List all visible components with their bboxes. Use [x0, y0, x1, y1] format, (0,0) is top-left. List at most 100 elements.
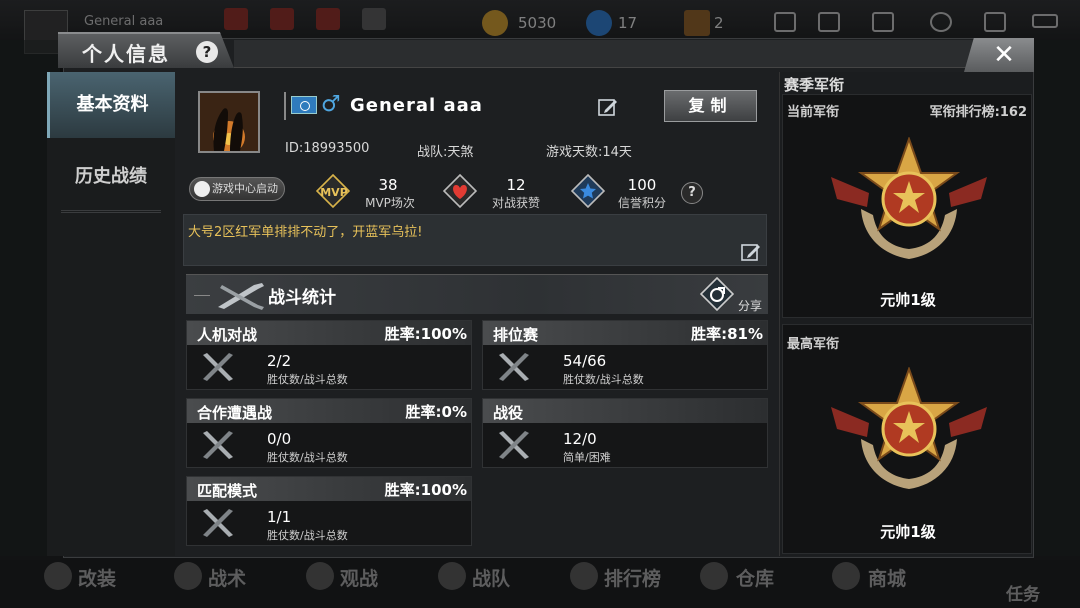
header-dash — [194, 295, 210, 296]
crossed-rifles-icon — [218, 283, 264, 310]
event-icon — [270, 8, 294, 30]
rank-leaderboard-position[interactable]: 军衔排行榜:162 — [930, 101, 1027, 120]
current-rank-label: 当前军衔 — [787, 105, 840, 120]
nav-basic-info[interactable]: 基本资料 — [47, 72, 175, 138]
battle-stats-title: 战斗统计 — [268, 288, 336, 308]
team-icon — [438, 562, 466, 590]
likes-count: 12 — [506, 176, 526, 194]
modify-icon — [44, 562, 72, 590]
share-label[interactable]: 分享 — [738, 297, 762, 314]
mode-sub-label: 胜仗数/战斗总数 — [563, 373, 644, 386]
friends-icon — [818, 12, 840, 32]
credit-score: 100 — [627, 176, 657, 194]
mail-icon — [872, 12, 894, 32]
signature-box: 大号2区红军单排排不动了，开蓝军乌拉! — [183, 214, 767, 266]
credit-help-button[interactable]: ? — [681, 182, 703, 204]
bottom-tab-team: 战队 — [472, 568, 511, 590]
crossed-swords-icon — [499, 353, 529, 381]
tactics-icon — [174, 562, 202, 590]
modal-header-bar — [234, 40, 994, 68]
win-rate: 胜率:100% — [384, 325, 467, 343]
settings-gear-icon — [930, 12, 952, 32]
qq-penguin-icon — [194, 181, 210, 197]
credit-label: 信誉积分 — [617, 196, 666, 210]
copy-button[interactable]: 复制 — [664, 90, 757, 122]
player-avatar[interactable] — [198, 91, 260, 153]
mode-name: 人机对战 — [197, 326, 258, 344]
add-icon — [774, 12, 796, 32]
shop-grid-icon — [362, 8, 386, 30]
player-id: ID:18993500 — [285, 141, 370, 156]
bottom-tab-tactics: 战术 — [208, 568, 247, 590]
heart-like-icon — [443, 174, 477, 208]
mode-sub-label: 胜仗数/战斗总数 — [267, 451, 348, 464]
crossed-swords-icon — [203, 509, 233, 537]
mode-score: 2/2 — [267, 352, 292, 370]
ticket-amount: 2 — [714, 14, 724, 32]
mode-card-pve[interactable]: 人机对战 胜率:100% 2/2 胜仗数/战斗总数 — [186, 320, 472, 390]
mode-card-campaign[interactable]: 战役 12/0 简单/困难 — [482, 398, 768, 468]
mode-score: 1/1 — [267, 508, 292, 526]
season-rank-panel: 赛季军衔 当前军衔 军衔排行榜:162 元帅1级 最高军衔 元帅1级 — [779, 72, 1033, 556]
season-rank-title: 赛季军衔 — [784, 76, 845, 94]
leaderboard-icon — [570, 562, 598, 590]
mode-sub-label: 简单/困难 — [563, 451, 611, 464]
nav-divider — [61, 212, 161, 213]
mode-card-coop[interactable]: 合作遭遇战 胜率:0% 0/0 胜仗数/战斗总数 — [186, 398, 472, 468]
mode-sub-label: 胜仗数/战斗总数 — [267, 373, 348, 386]
background-right-panel — [1034, 40, 1080, 560]
background-player-name: General aaa — [84, 14, 164, 29]
bottom-tab-modify: 改装 — [78, 568, 117, 590]
player-team: 战队:天煞 — [417, 145, 474, 160]
background-bottom-nav: 改装 战术 观战 战队 排行榜 仓库 商城 任务 — [0, 556, 1080, 608]
diamond-icon — [586, 10, 612, 36]
mode-card-ranked[interactable]: 排位赛 胜率:81% 54/66 胜仗数/战斗总数 — [482, 320, 768, 390]
mvp-label: MVP场次 — [365, 196, 415, 210]
game-center-button[interactable]: 游戏中心启动 — [189, 177, 285, 201]
marshal-rank-medal-icon — [831, 137, 987, 259]
marshal-rank-medal-icon — [831, 367, 987, 489]
mode-score: 54/66 — [563, 352, 607, 370]
mode-score: 0/0 — [267, 430, 292, 448]
current-rank-name: 元帅1级 — [880, 291, 936, 309]
crossed-swords-icon — [499, 431, 529, 459]
battle-stats-header: 战斗统计 分享 — [186, 274, 768, 314]
current-rank-box: 当前军衔 军衔排行榜:162 元帅1级 — [782, 94, 1032, 318]
gift-icon — [316, 8, 340, 30]
edit-signature-icon[interactable] — [740, 241, 762, 263]
credit-star-icon — [571, 174, 605, 208]
modal-title: 个人信息 — [82, 42, 170, 66]
spectate-icon — [306, 562, 334, 590]
mvp-count: 38 — [378, 176, 398, 194]
battery-icon — [1032, 14, 1058, 28]
crossed-swords-icon — [203, 353, 233, 381]
close-button[interactable]: ✕ — [964, 38, 1034, 72]
profile-nav: 基本资料 历史战绩 — [47, 72, 175, 556]
gold-coin-icon — [482, 10, 508, 36]
player-name: General aaa — [350, 95, 483, 116]
bottom-tab-spectate: 观战 — [340, 568, 379, 590]
book-icon — [984, 12, 1006, 32]
likes-label: 对战获赞 — [491, 196, 540, 210]
mode-score: 12/0 — [563, 430, 597, 448]
edit-name-icon[interactable] — [597, 96, 619, 118]
mode-sub-label: 胜仗数/战斗总数 — [267, 529, 348, 542]
mode-name: 匹配模式 — [197, 482, 258, 500]
bottom-tab-tasks: 任务 — [1006, 585, 1040, 605]
ticket-icon — [684, 10, 710, 36]
name-divider — [284, 92, 286, 120]
mode-name: 合作遭遇战 — [197, 404, 273, 422]
bottom-tab-warehouse: 仓库 — [736, 568, 775, 590]
help-button[interactable]: ? — [196, 41, 218, 63]
home-icon — [224, 8, 248, 30]
play-days: 游戏天数:14天 — [546, 145, 632, 160]
win-rate: 胜率:81% — [691, 325, 763, 343]
nav-battle-history[interactable]: 历史战绩 — [47, 144, 175, 210]
highest-rank-box: 最高军衔 元帅1级 — [782, 324, 1032, 554]
gold-amount: 5030 — [518, 14, 557, 32]
share-icon[interactable] — [700, 277, 734, 311]
bottom-tab-leaderboard: 排行榜 — [604, 568, 662, 590]
flag-icon — [291, 96, 317, 114]
diamond-amount: 17 — [618, 14, 638, 32]
mode-card-match[interactable]: 匹配模式 胜率:100% 1/1 胜仗数/战斗总数 — [186, 476, 472, 546]
